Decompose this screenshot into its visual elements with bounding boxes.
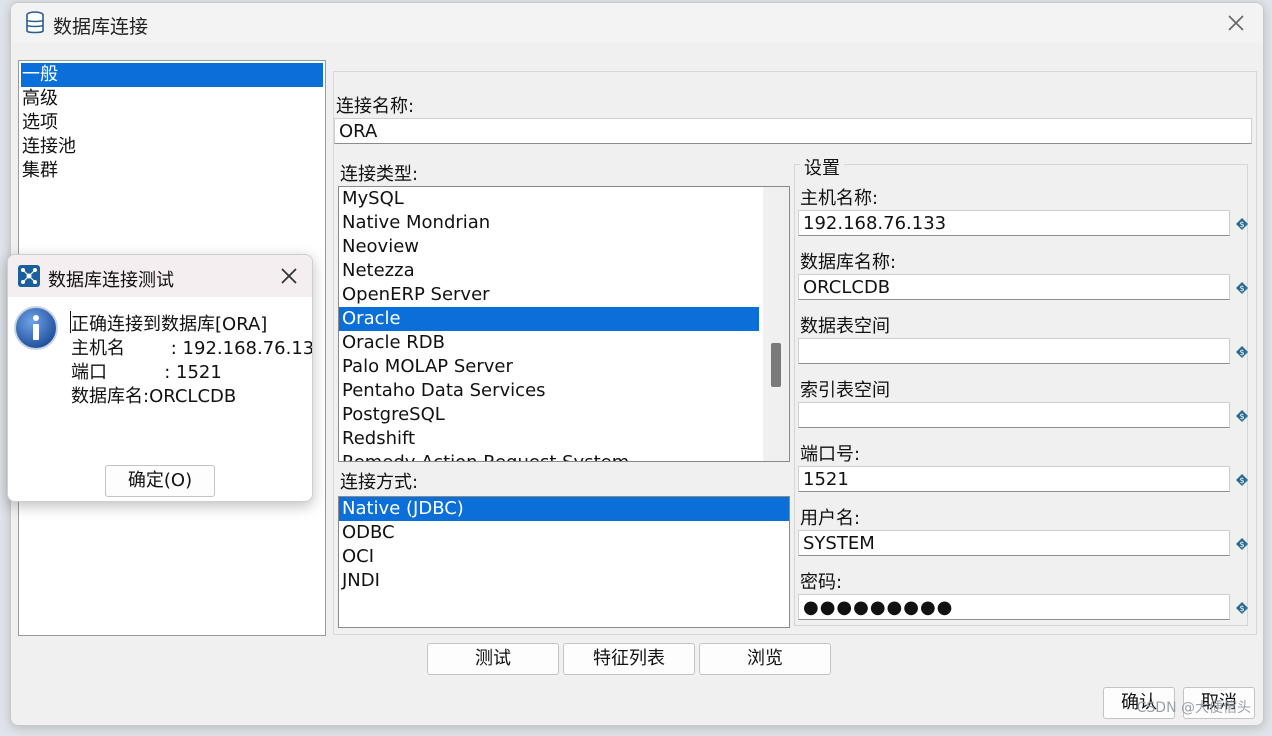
list-item[interactable]: ODBC <box>339 521 789 545</box>
username-input[interactable]: SYSTEM <box>798 530 1230 556</box>
popup-title-bar: 数据库连接测试 <box>8 255 312 297</box>
title-bar: 数据库连接 <box>11 3 1263 43</box>
database-name-input[interactable]: ORCLCDB <box>798 274 1230 300</box>
close-icon <box>1228 15 1244 31</box>
database-name-label: 数据库名称: <box>800 252 897 273</box>
list-item[interactable]: Pentaho Data Services <box>339 379 789 403</box>
svg-text:$: $ <box>1239 348 1244 357</box>
info-icon <box>14 306 58 350</box>
password-label: 密码: <box>800 572 843 593</box>
popup-message-line: 数据库名:ORCLCDB <box>71 386 237 407</box>
variable-icon[interactable]: $ <box>1236 474 1248 486</box>
list-item[interactable]: Redshift <box>339 427 789 451</box>
host-name-label: 主机名称: <box>800 188 879 209</box>
data-tablespace-label: 数据表空间 <box>800 316 890 337</box>
index-tablespace-input[interactable] <box>798 402 1230 428</box>
list-item-selected[interactable]: Oracle <box>339 307 759 331</box>
nav-item-clustering[interactable]: 集群 <box>19 159 325 183</box>
general-panel: 连接名称: ORA 连接类型: MySQL Native Mondrian Ne… <box>333 71 1257 635</box>
close-icon[interactable] <box>276 263 302 289</box>
list-item[interactable]: MySQL <box>339 187 789 211</box>
list-item-selected[interactable]: Native (JDBC) <box>339 497 789 521</box>
access-method-label: 连接方式: <box>340 472 419 493</box>
window-title: 数据库连接 <box>53 16 149 38</box>
svg-text:$: $ <box>1239 540 1244 549</box>
connection-type-scrollbar[interactable] <box>763 187 789 461</box>
list-item[interactable]: Oracle RDB <box>339 331 789 355</box>
network-app-icon <box>18 265 40 287</box>
connection-name-label: 连接名称: <box>336 96 415 117</box>
explore-button[interactable]: 浏览 <box>699 643 831 675</box>
svg-text:$: $ <box>1239 604 1244 613</box>
index-tablespace-label: 索引表空间 <box>800 380 890 401</box>
variable-icon[interactable]: $ <box>1236 346 1248 358</box>
scroll-thumb[interactable] <box>771 343 781 387</box>
access-method-list[interactable]: Native (JDBC) ODBC OCI JNDI <box>338 496 790 628</box>
window-close-button[interactable] <box>1221 8 1251 38</box>
connection-type-label: 连接类型: <box>340 164 419 185</box>
username-label: 用户名: <box>800 508 861 529</box>
popup-message-line: 主机名 : 192.168.76.133 <box>71 338 313 359</box>
list-item[interactable]: Netezza <box>339 259 789 283</box>
svg-text:$: $ <box>1239 284 1244 293</box>
connection-type-list[interactable]: MySQL Native Mondrian Neoview Netezza Op… <box>338 186 790 462</box>
popup-ok-button[interactable]: 确定(O) <box>105 465 215 497</box>
nav-item-advanced[interactable]: 高级 <box>19 87 325 111</box>
variable-icon[interactable]: $ <box>1236 410 1248 422</box>
port-label: 端口号: <box>800 444 861 465</box>
variable-icon[interactable]: $ <box>1236 218 1248 230</box>
nav-item-options[interactable]: 选项 <box>19 111 325 135</box>
test-button[interactable]: 测试 <box>427 643 559 675</box>
list-item[interactable]: OCI <box>339 545 789 569</box>
list-item[interactable]: JNDI <box>339 569 789 593</box>
list-item[interactable]: OpenERP Server <box>339 283 789 307</box>
nav-item-pooling[interactable]: 连接池 <box>19 135 325 159</box>
list-item[interactable]: Neoview <box>339 235 789 259</box>
database-icon <box>26 11 44 34</box>
list-item[interactable]: Native Mondrian <box>339 211 789 235</box>
feature-list-button[interactable]: 特征列表 <box>563 643 695 675</box>
data-tablespace-input[interactable] <box>798 338 1230 364</box>
password-input[interactable]: ●●●●●●●●● <box>798 594 1230 620</box>
variable-icon[interactable]: $ <box>1236 538 1248 550</box>
connection-test-popup: 数据库连接测试 正确连接到数据库[ORA] 主机名 : 192.168.76.1… <box>7 254 313 502</box>
watermark: CSDN @大便倌头 <box>1136 700 1251 716</box>
variable-icon[interactable]: $ <box>1236 602 1248 614</box>
svg-text:$: $ <box>1239 476 1244 485</box>
host-name-input[interactable]: 192.168.76.133 <box>798 210 1230 236</box>
svg-text:$: $ <box>1239 220 1244 229</box>
port-input[interactable]: 1521 <box>798 466 1230 492</box>
list-item[interactable]: Palo MOLAP Server <box>339 355 789 379</box>
popup-message-line: 端口 : 1521 <box>71 362 222 383</box>
svg-text:$: $ <box>1239 412 1244 421</box>
list-item[interactable]: Remedy Action Request System <box>339 451 789 461</box>
popup-message-line: 正确连接到数据库[ORA] <box>71 314 268 335</box>
list-item[interactable]: PostgreSQL <box>339 403 789 427</box>
connection-name-input[interactable]: ORA <box>334 118 1252 144</box>
nav-item-general[interactable]: 一般 <box>21 63 323 87</box>
settings-group-title: 设置 <box>800 154 844 180</box>
popup-title: 数据库连接测试 <box>48 270 174 291</box>
variable-icon[interactable]: $ <box>1236 282 1248 294</box>
